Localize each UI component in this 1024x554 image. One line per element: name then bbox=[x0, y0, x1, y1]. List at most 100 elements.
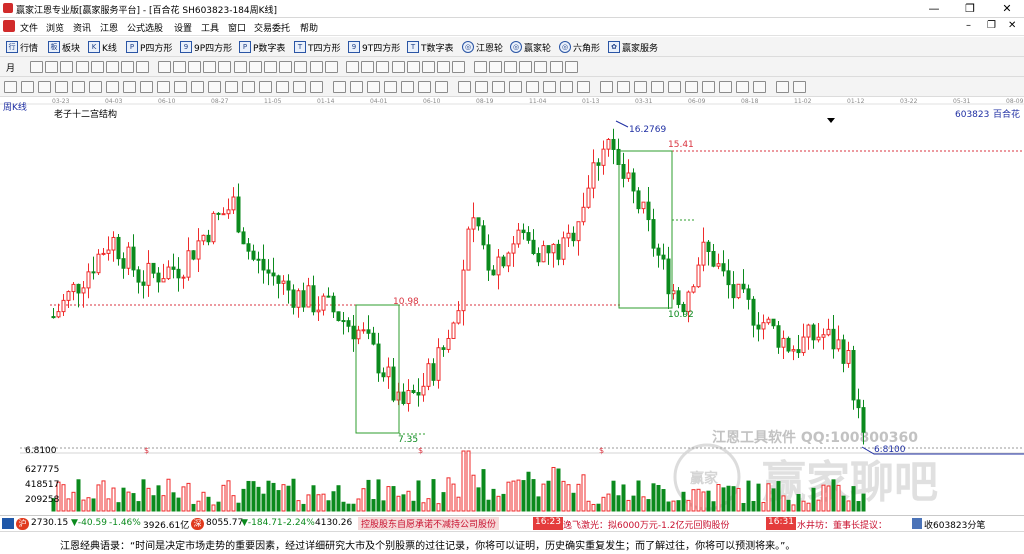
9p-square-button[interactable]: 9 9P四方形 bbox=[180, 39, 232, 55]
draw-tool-icon[interactable] bbox=[90, 61, 104, 73]
draw-tool-icon[interactable] bbox=[437, 61, 451, 73]
draw-tool-icon[interactable] bbox=[121, 61, 135, 73]
line-tool-icon[interactable] bbox=[157, 81, 170, 93]
draw-tool-icon[interactable] bbox=[504, 61, 517, 73]
line-tool-icon[interactable] bbox=[776, 81, 789, 93]
menu-browse[interactable]: 浏览 bbox=[46, 21, 64, 34]
line-tool-icon[interactable] bbox=[72, 81, 85, 93]
menu-file[interactable]: 文件 bbox=[20, 21, 38, 34]
draw-tool-icon[interactable] bbox=[75, 61, 89, 73]
line-tool-icon[interactable] bbox=[753, 81, 766, 93]
line-tool-icon[interactable] bbox=[560, 81, 573, 93]
winner-service-button[interactable]: ✿ 赢家服务 bbox=[608, 39, 658, 55]
menu-window[interactable]: 窗口 bbox=[228, 21, 246, 34]
draw-tool-icon[interactable] bbox=[30, 61, 43, 73]
draw-tool-icon[interactable] bbox=[422, 61, 435, 73]
line-tool-icon[interactable] bbox=[577, 81, 590, 93]
menu-news[interactable]: 资讯 bbox=[73, 21, 91, 34]
line-tool-icon[interactable] bbox=[435, 81, 448, 93]
draw-tool-icon[interactable] bbox=[452, 61, 466, 73]
mdi-restore-button[interactable]: ❐ bbox=[987, 20, 996, 32]
draw-tool-icon[interactable] bbox=[549, 61, 563, 73]
p-number-table-button[interactable]: P P数字表 bbox=[239, 39, 285, 55]
line-tool-icon[interactable] bbox=[140, 81, 153, 93]
news-ticker-3[interactable]: 水井坊：董事长提议： bbox=[797, 518, 887, 531]
draw-tool-icon[interactable] bbox=[519, 61, 533, 73]
line-tool-icon[interactable] bbox=[242, 81, 255, 93]
line-tool-icon[interactable] bbox=[367, 81, 380, 93]
line-tool-icon[interactable] bbox=[600, 81, 613, 93]
draw-tool-icon[interactable] bbox=[294, 61, 308, 73]
line-tool-icon[interactable] bbox=[543, 81, 556, 93]
kline-chart-canvas[interactable]: 03-23 04-03 06-10 08-27 11-05 01-14 04-01 06-10… bbox=[0, 97, 1024, 515]
draw-tool-icon[interactable] bbox=[203, 61, 217, 73]
sz-index-value[interactable]: 8055.77 bbox=[206, 518, 243, 528]
draw-tool-icon[interactable] bbox=[346, 61, 359, 73]
line-tool-icon[interactable] bbox=[384, 81, 397, 93]
line-tool-icon[interactable] bbox=[191, 81, 204, 93]
line-tool-icon[interactable] bbox=[651, 81, 664, 93]
line-tool-icon[interactable] bbox=[174, 81, 187, 93]
sector-button[interactable]: 板板块 bbox=[48, 39, 80, 55]
line-tool-icon[interactable] bbox=[702, 81, 715, 93]
p-square-button[interactable]: P P四方形 bbox=[126, 39, 172, 55]
draw-tool-icon[interactable] bbox=[45, 61, 59, 73]
draw-tool-icon[interactable] bbox=[172, 61, 186, 73]
draw-tool-icon[interactable] bbox=[488, 61, 502, 73]
indicator-dropdown-icon[interactable] bbox=[827, 118, 835, 123]
line-tool-icon[interactable] bbox=[634, 81, 647, 93]
draw-tool-icon[interactable] bbox=[157, 61, 171, 73]
t-square-button[interactable]: T T四方形 bbox=[294, 39, 341, 55]
hexagon-button[interactable]: ◎ 六角形 bbox=[559, 39, 600, 55]
draw-tool-icon[interactable] bbox=[564, 61, 578, 73]
line-tool-icon[interactable] bbox=[685, 81, 698, 93]
line-tool-icon[interactable] bbox=[475, 81, 488, 93]
line-tool-icon[interactable] bbox=[21, 81, 34, 93]
line-tool-icon[interactable] bbox=[492, 81, 505, 93]
doc-icon[interactable] bbox=[3, 20, 15, 32]
line-tool-icon[interactable] bbox=[123, 81, 136, 93]
line-tool-icon[interactable] bbox=[208, 81, 221, 93]
line-tool-icon[interactable] bbox=[350, 81, 363, 93]
draw-tool-icon[interactable] bbox=[218, 61, 232, 73]
line-tool-icon[interactable] bbox=[4, 81, 17, 93]
draw-tool-icon[interactable] bbox=[534, 61, 548, 73]
sh-index-value[interactable]: 2730.15 bbox=[31, 518, 68, 528]
menu-trade[interactable]: 交易委托 bbox=[254, 21, 290, 34]
draw-tool-icon[interactable] bbox=[309, 61, 323, 73]
menu-settings[interactable]: 设置 bbox=[174, 21, 192, 34]
kline-button[interactable]: K K线 bbox=[88, 39, 117, 55]
line-tool-icon[interactable] bbox=[89, 81, 102, 93]
period-selector[interactable]: 月 bbox=[6, 61, 15, 74]
close-button[interactable]: ✕ bbox=[992, 0, 1022, 18]
t-number-table-button[interactable]: T T数字表 bbox=[407, 39, 454, 55]
line-tool-icon[interactable] bbox=[259, 81, 272, 93]
draw-tool-icon[interactable] bbox=[136, 61, 150, 73]
line-tool-icon[interactable] bbox=[401, 81, 414, 93]
draw-tool-icon[interactable] bbox=[473, 61, 487, 73]
mdi-close-button[interactable]: ✕ bbox=[1008, 20, 1016, 32]
menu-tools[interactable]: 工具 bbox=[201, 21, 219, 34]
quote-button[interactable]: 行行情 bbox=[6, 39, 38, 55]
9t-square-button[interactable]: 9 9T四方形 bbox=[348, 39, 400, 55]
line-tool-icon[interactable] bbox=[225, 81, 238, 93]
line-tool-icon[interactable] bbox=[509, 81, 522, 93]
line-tool-icon[interactable] bbox=[38, 81, 51, 93]
winner-wheel-button[interactable]: ◎ 赢家轮 bbox=[510, 39, 551, 55]
kline-chart[interactable]: 03-23 04-03 06-10 08-27 11-05 01-14 04-01 06-10… bbox=[0, 97, 1024, 515]
line-tool-icon[interactable] bbox=[617, 81, 630, 93]
draw-tool-icon[interactable] bbox=[391, 61, 405, 73]
line-tool-icon[interactable] bbox=[310, 81, 323, 93]
restore-button[interactable]: ❐ bbox=[955, 0, 985, 18]
draw-tool-icon[interactable] bbox=[406, 61, 420, 73]
line-tool-icon[interactable] bbox=[333, 81, 346, 93]
line-tool-icon[interactable] bbox=[276, 81, 289, 93]
draw-tool-icon[interactable] bbox=[376, 61, 390, 73]
draw-tool-icon[interactable] bbox=[188, 61, 201, 73]
mdi-minimize-button[interactable]: – bbox=[966, 20, 971, 32]
draw-tool-icon[interactable] bbox=[361, 61, 375, 73]
menu-formula[interactable]: 公式选股 bbox=[127, 21, 163, 34]
gann-wheel-button[interactable]: ◎ 江恩轮 bbox=[462, 39, 503, 55]
menu-help[interactable]: 帮助 bbox=[300, 21, 318, 34]
line-tool-icon[interactable] bbox=[736, 81, 749, 93]
